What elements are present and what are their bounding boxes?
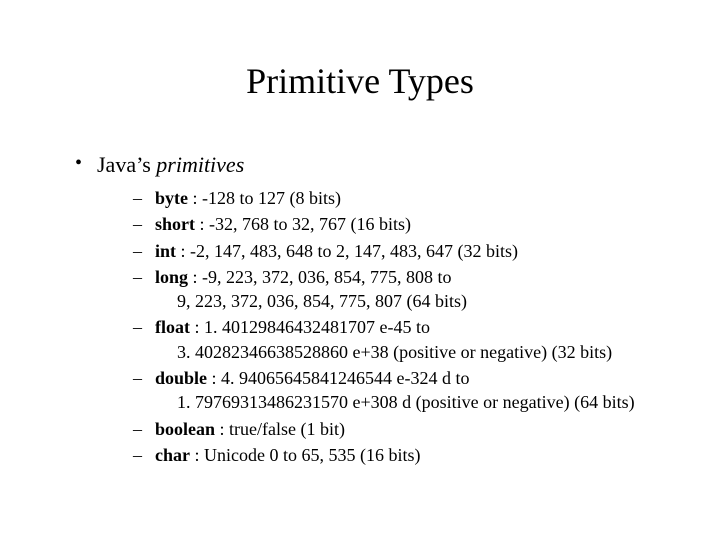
list-item: boolean : true/false (1 bit) [133,417,670,441]
bullet-list-level2: byte : -128 to 127 (8 bits) short : -32,… [133,186,670,467]
list-item: byte : -128 to 127 (8 bits) [133,186,670,210]
list-item: int : -2, 147, 483, 648 to 2, 147, 483, … [133,239,670,263]
type-desc: : -32, 768 to 32, 767 (16 bits) [195,214,411,234]
type-name: double [155,368,207,388]
bullet-java-primitives: Java’s primitives byte : -128 to 127 (8 … [75,152,670,467]
list-item: double : 4. 94065645841246544 e-324 d to… [133,366,670,415]
type-desc: : -2, 147, 483, 648 to 2, 147, 483, 647 … [176,241,518,261]
type-name: char [155,445,190,465]
type-desc: : 4. 94065645841246544 e-324 d to [207,368,470,388]
type-desc-cont: 9, 223, 372, 036, 854, 775, 807 (64 bits… [155,289,670,313]
list-item: long : -9, 223, 372, 036, 854, 775, 808 … [133,265,670,314]
type-name: boolean [155,419,215,439]
list-item: short : -32, 768 to 32, 767 (16 bits) [133,212,670,236]
bullet-prefix: Java’s [97,152,156,177]
bullet-list-level1: Java’s primitives byte : -128 to 127 (8 … [75,152,670,467]
slide-title: Primitive Types [50,60,670,102]
type-desc-cont: 1. 79769313486231570 e+308 d (positive o… [155,390,670,414]
list-item: char : Unicode 0 to 65, 535 (16 bits) [133,443,670,467]
type-desc: : Unicode 0 to 65, 535 (16 bits) [190,445,420,465]
type-name: byte [155,188,188,208]
type-desc: : 1. 40129846432481707 e-45 to [190,317,430,337]
type-name: float [155,317,190,337]
bullet-emph: primitives [156,152,244,177]
type-name: int [155,241,176,261]
slide: Primitive Types Java’s primitives byte :… [0,0,720,540]
type-desc-cont: 3. 40282346638528860 e+38 (positive or n… [155,340,670,364]
type-name: long [155,267,188,287]
list-item: float : 1. 40129846432481707 e-45 to 3. … [133,315,670,364]
type-desc: : -9, 223, 372, 036, 854, 775, 808 to [188,267,452,287]
type-desc: : true/false (1 bit) [215,419,345,439]
type-name: short [155,214,195,234]
type-desc: : -128 to 127 (8 bits) [188,188,341,208]
